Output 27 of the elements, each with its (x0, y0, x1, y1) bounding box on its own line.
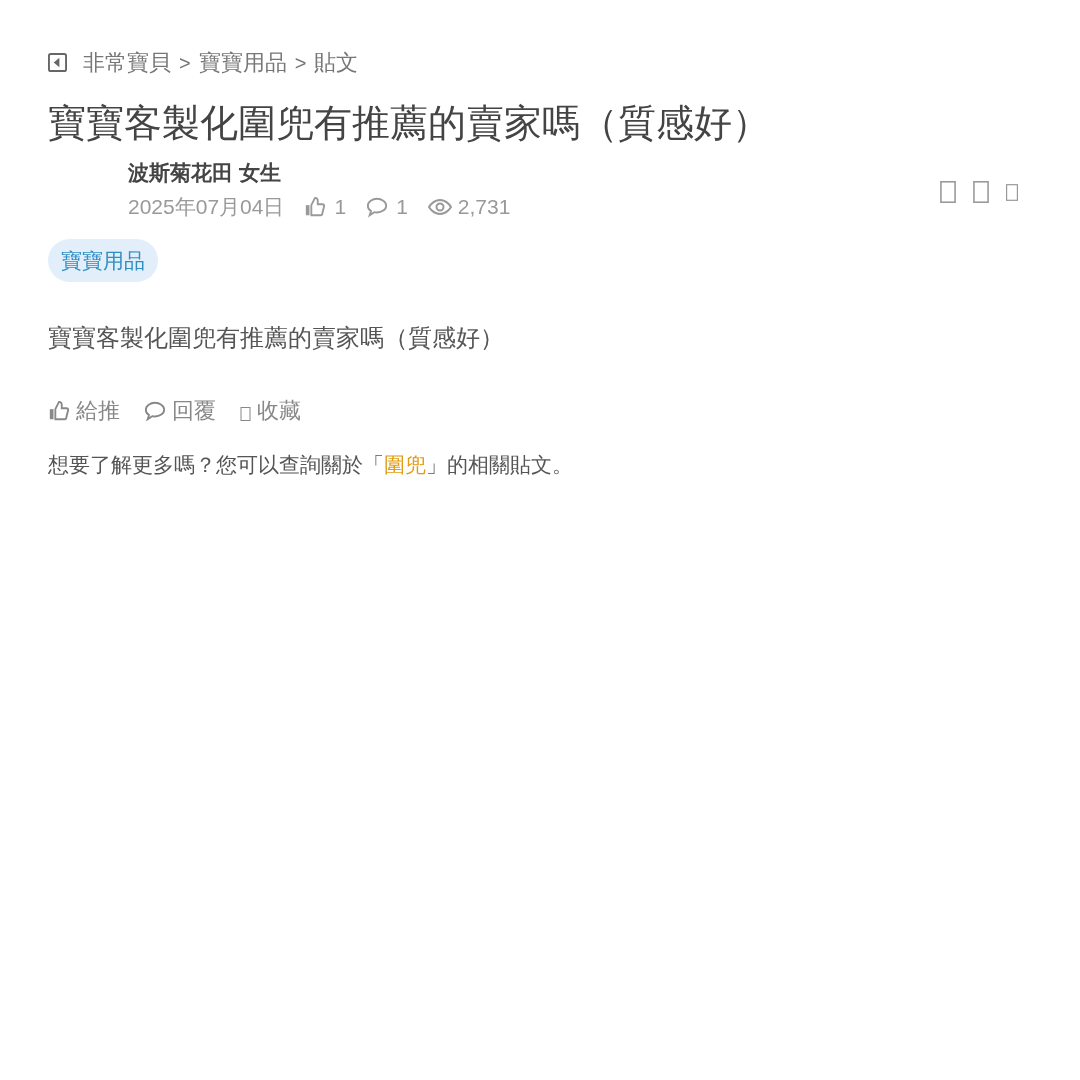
author-name[interactable]: 波斯菊花田 女生 (128, 159, 511, 187)
speech-bubble-icon (144, 399, 166, 422)
breadcrumb-link[interactable]: 寶寶用品 (198, 46, 287, 79)
back-icon[interactable] (48, 53, 67, 72)
like-button[interactable]: 給推 (48, 394, 120, 427)
placeholder-box-icon[interactable] (1006, 183, 1018, 201)
breadcrumb-current: 貼文 (314, 49, 359, 77)
category-tag[interactable]: 寶寶用品 (48, 238, 158, 282)
post-body: 寶寶客製化圍兜有推薦的賣家嗎（質感好） (48, 323, 505, 353)
comment-count: 1 (396, 194, 408, 220)
placeholder-box-icon (240, 406, 251, 421)
view-count: 2,731 (457, 194, 511, 220)
like-count: 1 (334, 194, 347, 220)
save-button[interactable]: 收藏 (240, 394, 301, 427)
reply-button[interactable]: 回覆 (144, 394, 216, 427)
post-date: 2025年07月04日 (128, 194, 285, 220)
thumbs-up-icon (48, 399, 70, 422)
placeholder-box-icon[interactable] (973, 181, 989, 203)
breadcrumb-separator: > (294, 50, 307, 76)
breadcrumb-link[interactable]: 非常寶貝 (83, 46, 171, 79)
speech-bubble-icon (366, 195, 389, 218)
post-title: 寶寶客製化圍兜有推薦的賣家嗎（質感好） (48, 101, 771, 146)
keyword-link[interactable]: 圍兜 (384, 453, 426, 476)
related-posts-text: 想要了解更多嗎？您可以查詢關於「圍兜」的相關貼文。 (48, 452, 574, 478)
breadcrumb-separator: > (179, 50, 191, 76)
thumbs-up-icon (304, 195, 327, 218)
placeholder-box-icon[interactable] (940, 181, 956, 203)
